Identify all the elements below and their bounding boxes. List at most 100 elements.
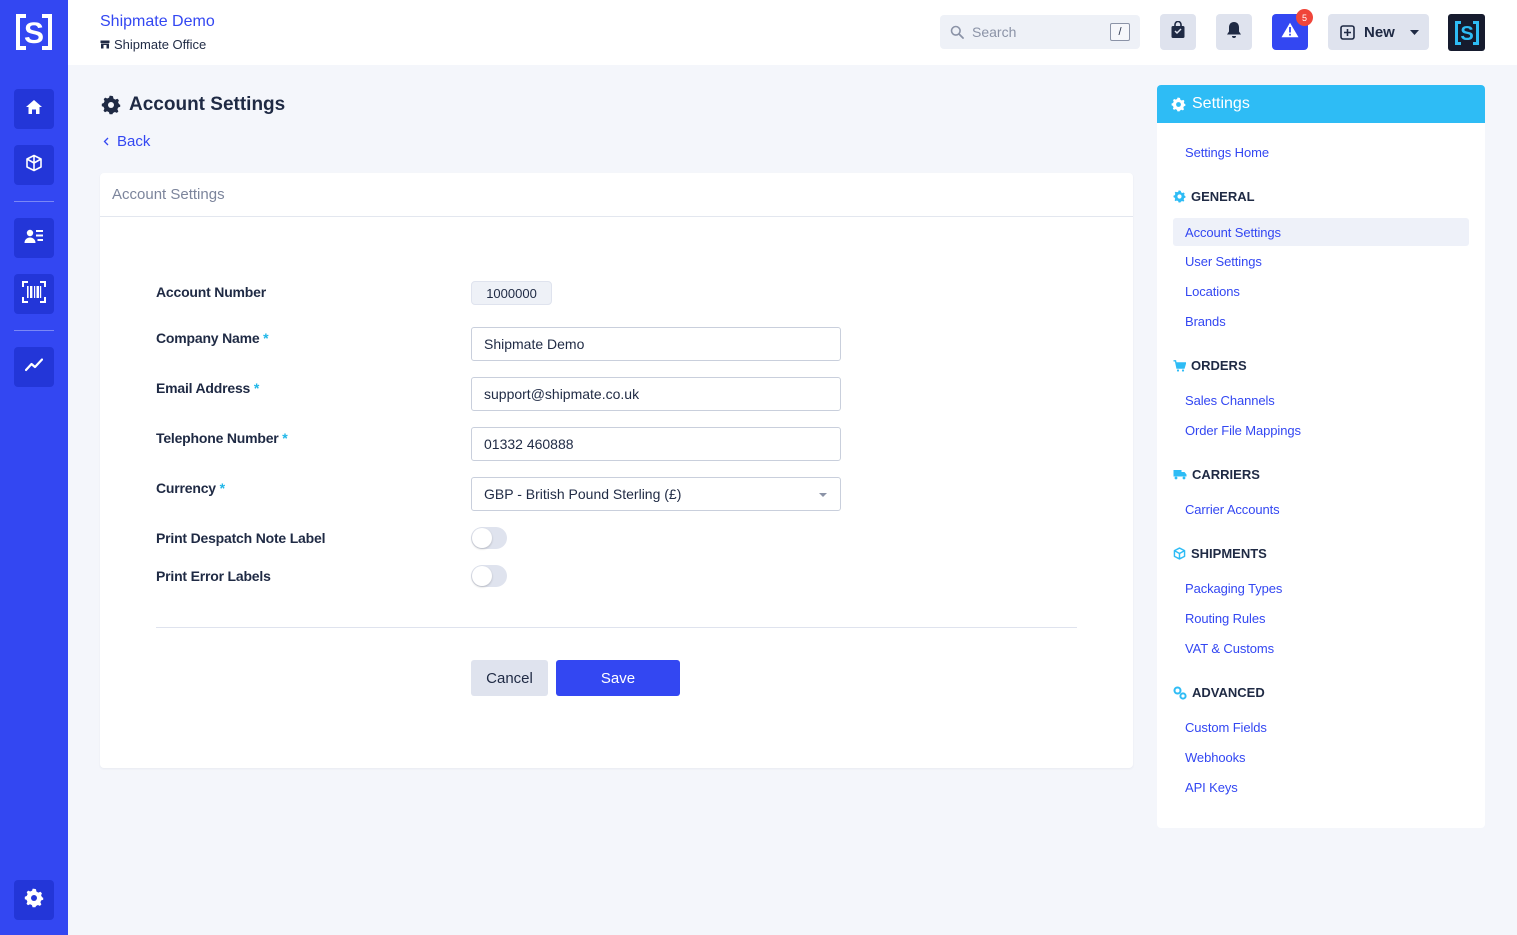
sidebar-section-general: GENERAL xyxy=(1173,189,1255,204)
chevron-down-icon xyxy=(1409,29,1419,35)
gear-icon xyxy=(101,95,121,115)
sidebar-item-locations[interactable]: Locations xyxy=(1185,284,1240,299)
gear-icon xyxy=(24,888,44,913)
sidebar-item-webhooks[interactable]: Webhooks xyxy=(1185,750,1245,765)
cancel-button[interactable]: Cancel xyxy=(471,660,548,696)
svg-text:S: S xyxy=(24,17,44,50)
contacts-icon xyxy=(24,227,44,250)
shop-button[interactable] xyxy=(1160,14,1196,50)
sidebar-item-sales-channels[interactable]: Sales Channels xyxy=(1185,393,1275,408)
required-marker: * xyxy=(219,480,225,496)
search-shortcut-hint: / xyxy=(1110,23,1130,41)
sidebar-section-title: ORDERS xyxy=(1191,358,1247,373)
email-input[interactable] xyxy=(471,377,841,411)
required-marker: * xyxy=(282,430,288,446)
sidebar-item-carrier-accounts[interactable]: Carrier Accounts xyxy=(1185,502,1280,517)
sidebar-section-shipments: SHIPMENTS xyxy=(1173,546,1267,561)
sidebar-section-advanced: ADVANCED xyxy=(1173,685,1265,700)
search-input[interactable]: Search / xyxy=(940,15,1140,49)
sidebar-item-api-keys[interactable]: API Keys xyxy=(1185,780,1238,795)
new-button[interactable]: New xyxy=(1328,14,1429,50)
alerts-count-badge: 5 xyxy=(1296,9,1313,26)
sidebar-item-packaging-types[interactable]: Packaging Types xyxy=(1185,581,1282,596)
barcode-icon xyxy=(22,280,46,308)
home-icon xyxy=(25,98,43,121)
caret-down-icon xyxy=(819,493,827,497)
sidebar-section-title: CARRIERS xyxy=(1192,467,1260,482)
email-label-text: Email Address xyxy=(156,380,251,396)
shipmate-logo[interactable]: S xyxy=(14,12,54,52)
sidebar-section-title: GENERAL xyxy=(1191,189,1255,204)
sidebar-section-orders: ORDERS xyxy=(1173,358,1247,373)
account-avatar[interactable]: S xyxy=(1448,14,1485,51)
gear-icon xyxy=(1173,190,1186,203)
sidebar-section-title: ADVANCED xyxy=(1192,685,1265,700)
back-link[interactable]: Back xyxy=(103,133,150,150)
toggle-knob xyxy=(472,528,492,548)
truck-icon xyxy=(1173,469,1187,480)
back-link-label: Back xyxy=(117,133,151,150)
print-error-label: Print Error Labels xyxy=(156,568,271,584)
location-name: Shipmate Office xyxy=(114,37,207,52)
print-error-toggle[interactable] xyxy=(471,565,507,587)
sidebar-item-settings-home[interactable]: Settings Home xyxy=(1185,145,1269,160)
svg-text:S: S xyxy=(1460,23,1473,45)
sidebar-item-custom-fields[interactable]: Custom Fields xyxy=(1185,720,1267,735)
account-number-label: Account Number xyxy=(156,284,266,300)
new-button-label: New xyxy=(1364,23,1395,41)
chevron-left-icon xyxy=(103,137,109,146)
bell-icon xyxy=(1226,21,1242,44)
box-icon xyxy=(25,154,43,177)
search-icon xyxy=(950,25,964,39)
store-icon xyxy=(100,37,110,52)
gear-icon xyxy=(1171,97,1186,112)
sidebar-item-brands[interactable]: Brands xyxy=(1185,314,1226,329)
settings-sidebar-header: Settings xyxy=(1157,85,1485,123)
shopping-bag-icon xyxy=(1170,20,1186,44)
search-placeholder: Search xyxy=(972,24,1017,40)
location-label[interactable]: Shipmate Office xyxy=(100,37,206,52)
required-marker: * xyxy=(253,380,260,396)
sidebar-item-account-settings[interactable]: Account Settings xyxy=(1173,218,1469,246)
company-name-input[interactable] xyxy=(471,327,841,361)
rail-contacts-button[interactable] xyxy=(14,218,54,258)
currency-label-text: Currency xyxy=(156,480,216,496)
telephone-input[interactable] xyxy=(471,427,841,461)
print-despatch-toggle[interactable] xyxy=(471,527,507,549)
card-title: Account Settings xyxy=(112,186,225,203)
left-rail: S xyxy=(0,0,68,935)
settings-sidebar: Settings Settings Home GENERAL Account S… xyxy=(1157,85,1485,828)
rail-scan-button[interactable] xyxy=(14,274,54,314)
org-name[interactable]: Shipmate Demo xyxy=(100,13,215,31)
currency-selected-value: GBP - British Pound Sterling (£) xyxy=(484,486,682,502)
plus-square-icon xyxy=(1340,24,1355,40)
sidebar-item-user-settings[interactable]: User Settings xyxy=(1185,254,1262,269)
telephone-label-text: Telephone Number xyxy=(156,430,279,446)
sidebar-section-title: SHIPMENTS xyxy=(1191,546,1267,561)
cart-icon xyxy=(1173,359,1186,372)
page-title-text: Account Settings xyxy=(129,94,286,115)
notifications-button[interactable] xyxy=(1216,14,1252,50)
sidebar-item-routing-rules[interactable]: Routing Rules xyxy=(1185,611,1265,626)
save-button[interactable]: Save xyxy=(556,660,680,696)
rail-divider xyxy=(14,201,54,202)
rail-settings-button[interactable] xyxy=(14,880,54,920)
rail-reports-button[interactable] xyxy=(14,347,54,387)
sidebar-item-vat-customs[interactable]: VAT & Customs xyxy=(1185,641,1274,656)
rail-home-button[interactable] xyxy=(14,89,54,129)
account-number-value: 1000000 xyxy=(471,281,552,305)
currency-select[interactable]: GBP - British Pound Sterling (£) xyxy=(471,477,841,511)
telephone-label: Telephone Number * xyxy=(156,430,288,446)
settings-sidebar-title: Settings xyxy=(1192,95,1250,112)
alerts-button[interactable]: 5 xyxy=(1272,9,1313,50)
warning-icon xyxy=(1281,22,1299,43)
top-bar: Shipmate Demo Shipmate Office Search / 5… xyxy=(68,0,1517,65)
toggle-knob xyxy=(472,566,492,586)
cogs-icon xyxy=(1173,686,1187,700)
rail-shipments-button[interactable] xyxy=(14,145,54,185)
box-icon xyxy=(1173,547,1186,560)
sidebar-item-order-file-mappings[interactable]: Order File Mappings xyxy=(1185,423,1301,438)
currency-label: Currency * xyxy=(156,480,225,496)
company-name-label: Company Name * xyxy=(156,330,269,346)
card-header: Account Settings xyxy=(100,173,1133,217)
